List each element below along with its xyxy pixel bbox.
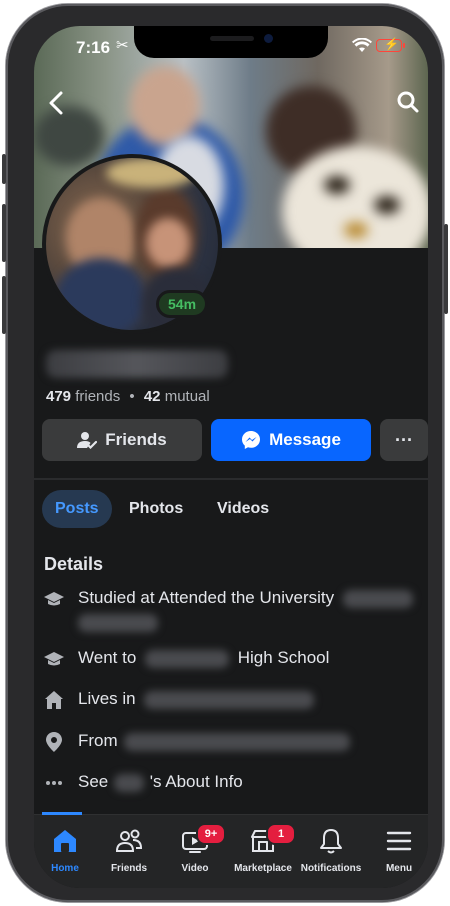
back-button[interactable]: [46, 90, 68, 121]
more-dots-icon: [44, 773, 64, 793]
mutual-count: 42: [143, 388, 161, 405]
search-icon: [397, 91, 419, 113]
search-button[interactable]: [396, 90, 420, 119]
detail-education-university[interactable]: Studied at Attended the University: [44, 586, 424, 612]
message-button[interactable]: Message: [211, 419, 371, 461]
location-pin-icon: [44, 732, 64, 752]
section-divider: [34, 478, 428, 480]
nav-marketplace[interactable]: 1 Marketplace: [230, 823, 296, 879]
profile-actions: Friends Message ···: [42, 419, 428, 461]
detail-highschool-suffix: High School: [237, 648, 330, 667]
redacted-text: [124, 732, 351, 751]
redacted-text: [145, 649, 230, 668]
friends-count: 479: [46, 388, 72, 405]
volume-down-button: [2, 276, 6, 334]
message-button-label: Message: [269, 430, 341, 449]
status-bar: 7:16 ✂ ⚡: [34, 26, 428, 66]
redacted-text: [144, 690, 315, 709]
detail-from[interactable]: From: [44, 729, 424, 755]
bottom-navigation: Home Friends 9+ Video 1 Marketplace Noti…: [34, 812, 428, 888]
friends-button-label: Friends: [105, 430, 167, 449]
nav-home[interactable]: Home: [34, 823, 98, 879]
messenger-icon: [242, 431, 261, 449]
separator-dot: •: [129, 388, 135, 405]
volume-up-button: [2, 204, 6, 262]
detail-education-highschool[interactable]: Went to High School: [44, 646, 424, 672]
nav-menu-label: Menu: [385, 863, 413, 874]
detail-university-text: Studied at Attended the University: [78, 588, 335, 607]
phone-frame: 7:16 ✂ ⚡ 54m 479 friends • 42 mutual Fri…: [2, 4, 448, 902]
wifi-icon: [352, 37, 372, 58]
bell-icon: [320, 829, 342, 854]
active-tab-indicator: [42, 812, 82, 815]
friend-check-icon: [77, 432, 98, 449]
home-icon: [54, 830, 76, 852]
nav-video-label: Video: [181, 863, 209, 874]
status-time: 7:16: [76, 38, 111, 57]
home-icon: [44, 690, 64, 710]
menu-icon: [386, 831, 412, 851]
marketplace-badge: 1: [266, 823, 296, 845]
redacted-text: [342, 589, 413, 608]
scissors-icon: ✂: [116, 37, 129, 54]
redacted-text-line: [78, 614, 158, 632]
tab-posts[interactable]: Posts: [42, 490, 112, 528]
mute-switch: [2, 154, 6, 184]
see-about-info-link[interactable]: See 's About Info: [44, 770, 424, 796]
nav-home-label: Home: [51, 863, 79, 874]
detail-lives-in[interactable]: Lives in: [44, 687, 424, 713]
more-options-button[interactable]: ···: [380, 419, 428, 461]
tab-photos[interactable]: Photos: [116, 490, 196, 528]
nav-notifications-label: Notifications: [300, 863, 362, 874]
mutual-label: mutual: [164, 388, 210, 405]
active-status-badge: 54m: [156, 290, 209, 318]
graduation-cap-icon: [44, 649, 64, 669]
chevron-left-icon: [49, 91, 63, 115]
see-about-suffix: 's About Info: [149, 772, 243, 791]
detail-from-text: From: [78, 731, 118, 750]
graduation-cap-icon: [44, 589, 64, 609]
battery-icon: ⚡: [376, 37, 405, 52]
friends-button[interactable]: Friends: [42, 419, 202, 461]
power-button: [444, 224, 448, 314]
screen: 7:16 ✂ ⚡ 54m 479 friends • 42 mutual Fri…: [34, 26, 428, 888]
nav-menu[interactable]: Menu: [366, 823, 428, 879]
redacted-text: [113, 773, 144, 792]
see-about-prefix: See: [78, 772, 109, 791]
details-heading: Details: [44, 554, 104, 574]
friend-counts[interactable]: 479 friends • 42 mutual: [46, 388, 210, 405]
tab-videos[interactable]: Videos: [204, 490, 282, 528]
friends-label: friends: [75, 388, 121, 405]
profile-name-blurred: [46, 350, 228, 378]
video-badge: 9+: [196, 823, 226, 845]
detail-lives-in-text: Lives in: [78, 689, 136, 708]
detail-highschool-prefix: Went to: [78, 648, 137, 667]
nav-video[interactable]: 9+ Video: [162, 823, 228, 879]
nav-friends[interactable]: Friends: [96, 823, 162, 879]
nav-notifications[interactable]: Notifications: [298, 823, 364, 879]
nav-marketplace-label: Marketplace: [234, 863, 292, 874]
nav-friends-label: Friends: [110, 863, 148, 874]
friends-icon: [115, 829, 143, 852]
